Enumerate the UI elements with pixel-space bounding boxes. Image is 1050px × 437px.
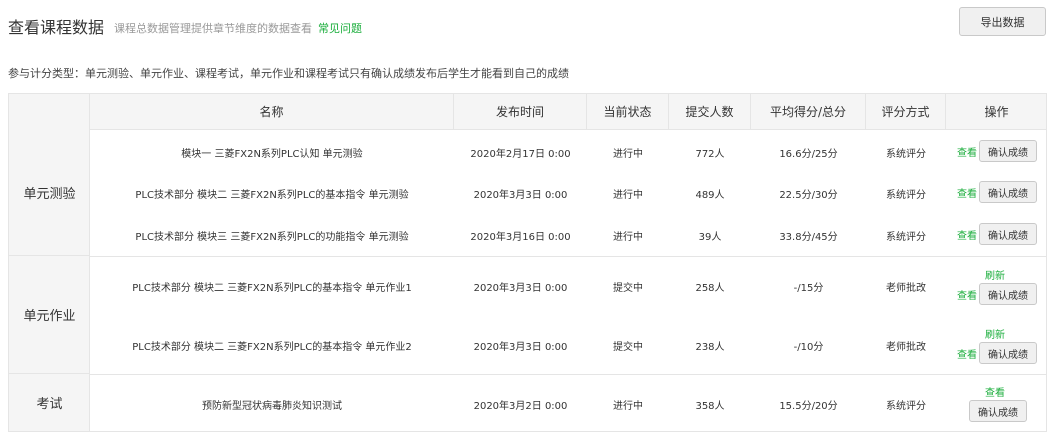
row-actions: 查看 确认成绩: [957, 140, 1037, 162]
row-status: 进行中: [613, 231, 643, 243]
row-grading: 老师批改: [886, 341, 926, 353]
row-avg-score: -/15分: [793, 282, 824, 294]
row-submissions: 258人: [695, 282, 725, 294]
row-name: 模块一 三菱FX2N系列PLC认知 单元测验: [181, 148, 363, 160]
column-header-submissions: 提交人数: [669, 94, 751, 130]
faq-link[interactable]: 常见问题: [318, 20, 362, 36]
row-status: 进行中: [613, 189, 643, 201]
row-actions: 查看 确认成绩: [957, 223, 1037, 245]
confirm-score-button[interactable]: 确认成绩: [979, 181, 1037, 203]
row-avg-score: -/10分: [793, 341, 824, 353]
row-actions: 查看 确认成绩: [957, 342, 1037, 364]
column-header-avg-score: 平均得分/总分: [751, 94, 866, 130]
confirm-score-button[interactable]: 确认成绩: [979, 140, 1037, 162]
row-submissions: 489人: [695, 189, 725, 201]
row-actions: 查看 确认成绩: [957, 181, 1037, 203]
confirm-score-button[interactable]: 确认成绩: [979, 223, 1037, 245]
group-divider: [90, 256, 1046, 257]
course-data-table: 名称 发布时间 当前状态 提交人数 平均得分/总分 评分方式 操作 单元测验 单…: [8, 93, 1047, 432]
scoring-notice: 参与计分类型：单元测验、单元作业、课程考试，单元作业和课程考试只有确认成绩发布后…: [8, 67, 569, 80]
row-grading: 系统评分: [886, 148, 926, 160]
row-avg-score: 15.5分/20分: [779, 400, 838, 412]
column-header-name: 名称: [90, 94, 454, 130]
group-divider: [90, 374, 1046, 375]
view-link[interactable]: 查看: [985, 384, 1005, 399]
row-publish-time: 2020年3月3日 0:00: [473, 282, 568, 294]
confirm-score-button[interactable]: 确认成绩: [979, 283, 1037, 305]
page-subtitle: 课程总数据管理提供章节维度的数据查看: [114, 22, 312, 35]
row-actions: 查看 确认成绩: [957, 283, 1037, 305]
row-publish-time: 2020年3月16日 0:00: [470, 231, 571, 243]
row-name: PLC技术部分 模块二 三菱FX2N系列PLC的基本指令 单元作业2: [132, 341, 412, 353]
confirm-score-button[interactable]: 确认成绩: [969, 400, 1027, 422]
table-header: 名称 发布时间 当前状态 提交人数 平均得分/总分 评分方式 操作: [90, 94, 1046, 130]
row-name: 预防新型冠状病毒肺炎知识测试: [202, 400, 342, 412]
category-exam: 考试: [36, 397, 63, 412]
row-name: PLC技术部分 模块二 三菱FX2N系列PLC的基本指令 单元测验: [135, 189, 409, 201]
row-grading: 系统评分: [886, 231, 926, 243]
row-name: PLC技术部分 模块三 三菱FX2N系列PLC的功能指令 单元测验: [135, 231, 409, 243]
view-link[interactable]: 查看: [957, 287, 977, 302]
row-publish-time: 2020年3月3日 0:00: [473, 189, 568, 201]
export-data-button[interactable]: 导出数据: [959, 7, 1046, 36]
row-status: 提交中: [613, 282, 643, 294]
row-status: 进行中: [613, 148, 643, 160]
row-avg-score: 22.5分/30分: [779, 189, 838, 201]
row-name: PLC技术部分 模块二 三菱FX2N系列PLC的基本指令 单元作业1: [132, 282, 412, 294]
view-link[interactable]: 查看: [957, 227, 977, 242]
row-publish-time: 2020年3月2日 0:00: [473, 400, 568, 412]
row-status: 提交中: [613, 341, 643, 353]
column-header-actions: 操作: [984, 105, 1009, 119]
view-link[interactable]: 查看: [957, 346, 977, 361]
row-grading: 系统评分: [886, 400, 926, 412]
row-submissions: 358人: [695, 400, 725, 412]
refresh-link[interactable]: 刷新: [985, 267, 1005, 282]
row-grading: 老师批改: [886, 282, 926, 294]
view-link[interactable]: 查看: [957, 144, 977, 159]
row-submissions: 39人: [698, 231, 722, 243]
row-status: 进行中: [613, 400, 643, 412]
view-link[interactable]: 查看: [957, 185, 977, 200]
page-title: 查看课程数据: [8, 18, 105, 37]
column-header-status: 当前状态: [587, 94, 669, 130]
column-header-publish-time: 发布时间: [454, 94, 587, 130]
row-avg-score: 16.6分/25分: [779, 148, 838, 160]
confirm-score-button[interactable]: 确认成绩: [979, 342, 1037, 364]
row-publish-time: 2020年2月17日 0:00: [470, 148, 571, 160]
row-submissions: 772人: [695, 148, 725, 160]
row-grading: 系统评分: [886, 189, 926, 201]
row-actions: 确认成绩: [969, 400, 1027, 422]
row-submissions: 238人: [695, 341, 725, 353]
row-publish-time: 2020年3月3日 0:00: [473, 341, 568, 353]
column-header-grading: 评分方式: [866, 94, 946, 130]
category-homework: 单元作业: [9, 256, 90, 374]
row-avg-score: 33.8分/45分: [779, 231, 838, 243]
category-quiz: 单元测验: [9, 130, 90, 256]
refresh-link[interactable]: 刷新: [985, 326, 1005, 341]
